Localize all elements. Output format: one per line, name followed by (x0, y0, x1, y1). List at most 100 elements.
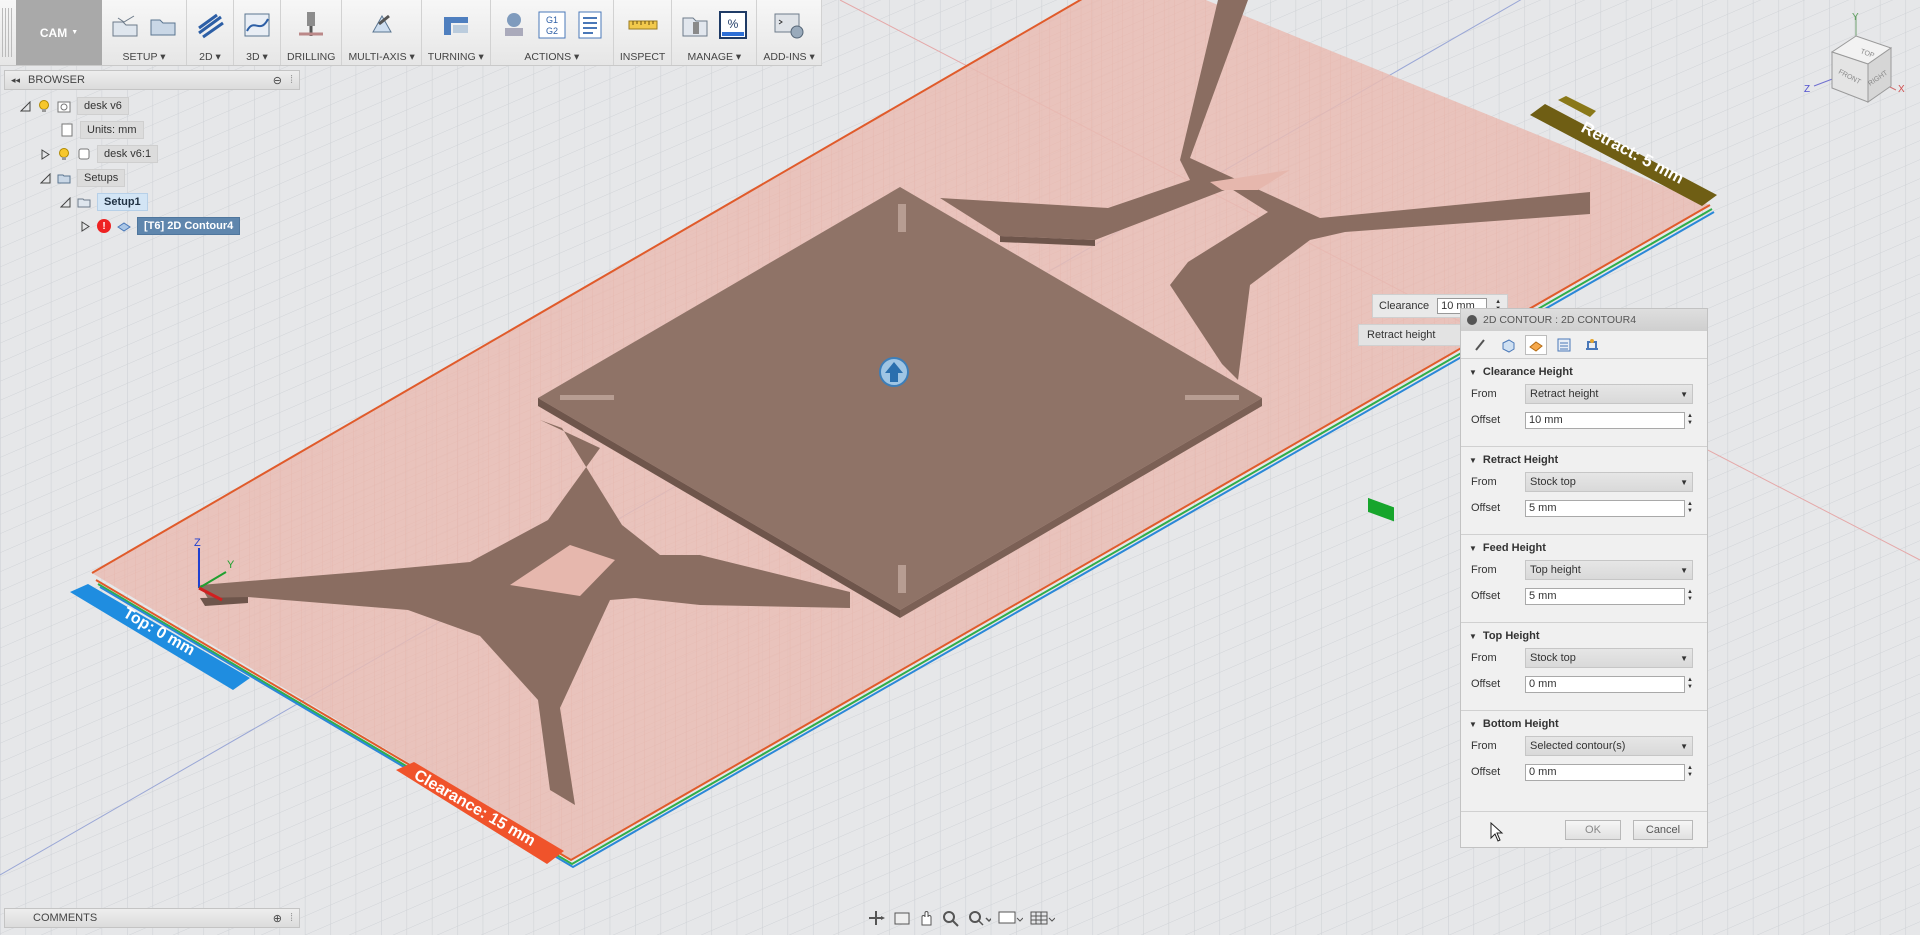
retract-offset-input[interactable]: 5 mm (1525, 499, 1685, 517)
turning-group[interactable]: TURNING ▾ (422, 0, 491, 65)
cancel-button[interactable]: Cancel (1633, 819, 1693, 840)
bottom-offset-input[interactable]: 0 mm (1525, 763, 1685, 781)
workspace-switcher[interactable]: CAM ▼ (16, 0, 102, 65)
tree-label-document: desk v6 (77, 97, 129, 115)
dialog-title-bar[interactable]: 2D CONTOUR : 2D CONTOUR4 (1461, 309, 1707, 331)
collapse-dialog-icon[interactable] (1467, 315, 1477, 325)
spinner-icon[interactable]: ▲▼ (1687, 765, 1693, 779)
bottom-height-header[interactable]: ▼ Bottom Height (1469, 715, 1699, 733)
tree-node-document[interactable]: desk v6 (20, 96, 129, 116)
panel-options-icon[interactable]: ⊖ (273, 74, 282, 87)
scripts-icon[interactable] (772, 8, 806, 42)
tab-heights[interactable] (1525, 334, 1547, 355)
tab-passes[interactable] (1553, 335, 1575, 355)
add-comment-icon[interactable]: ⊕ (273, 912, 282, 925)
collapse-panel-icon[interactable]: ◂◂ (11, 75, 20, 86)
feed-height-title: Feed Height (1482, 542, 1546, 554)
spinner-icon[interactable]: ▲▼ (1687, 413, 1693, 427)
lightbulb-icon[interactable] (37, 99, 51, 113)
tree-node-body[interactable]: desk v6:1 (40, 144, 159, 164)
tree-node-setups[interactable]: Setups (40, 168, 126, 188)
tab-geometry[interactable] (1497, 335, 1519, 355)
folder-icon[interactable] (146, 8, 180, 42)
orbit-icon[interactable] (865, 909, 887, 927)
drilling-group[interactable]: DRILLING (281, 0, 343, 65)
clearance-offset-label: Offset (1471, 414, 1501, 426)
top-height-header[interactable]: ▼ Top Height (1469, 627, 1699, 645)
clearance-offset-input[interactable]: 10 mm (1525, 411, 1685, 429)
2d-group[interactable]: 2D ▾ (187, 0, 234, 65)
expand-triangle-icon[interactable] (40, 172, 51, 184)
drill-icon[interactable] (294, 8, 328, 42)
expand-triangle-icon[interactable] (60, 196, 71, 208)
3d-group[interactable]: 3D ▾ (234, 0, 281, 65)
bottom-height-section: ▼ Bottom Height From Selected contour(s) ▼ … (1461, 711, 1707, 799)
clearance-height-section: ▼ Clearance Height From Retract height ▼ Of… (1461, 359, 1707, 447)
retract-from-label: From (1471, 476, 1497, 488)
ok-button[interactable]: OK (1565, 819, 1621, 840)
add-ins-group[interactable]: ADD-INS ▾ (757, 0, 822, 65)
simulate-icon[interactable] (497, 8, 531, 42)
expand-triangle-icon[interactable] (20, 100, 31, 112)
panel-grip[interactable]: ⁞ (290, 912, 293, 924)
collapsed-triangle-icon[interactable] (80, 220, 91, 232)
feed-offset-input[interactable]: 5 mm (1525, 587, 1685, 605)
comments-header[interactable]: COMMENTS ⊕ ⁞ (4, 908, 300, 928)
tree-label-setups: Setups (77, 169, 126, 187)
top-from-select[interactable]: Stock top ▼ (1525, 648, 1693, 668)
section-collapse-icon[interactable]: ▼ (1469, 544, 1477, 553)
section-collapse-icon[interactable]: ▼ (1469, 456, 1477, 465)
top-offset-input[interactable]: 0 mm (1525, 675, 1685, 693)
multi-axis-group[interactable]: MULTI-AXIS ▾ (342, 0, 422, 65)
3d-adaptive-icon[interactable] (240, 8, 274, 42)
new-setup-icon[interactable] (108, 8, 142, 42)
tree-node-setup1[interactable]: Setup1 (60, 192, 148, 212)
setup-group[interactable]: SETUP ▾ (102, 0, 187, 65)
retract-from-select[interactable]: Stock top ▼ (1525, 472, 1693, 492)
spinner-icon[interactable]: ▲▼ (1687, 677, 1693, 691)
tool-position-arrow[interactable] (879, 357, 909, 387)
section-collapse-icon[interactable]: ▼ (1469, 632, 1477, 641)
feed-height-header[interactable]: ▼ Feed Height (1469, 539, 1699, 557)
post-library-icon[interactable]: % (716, 8, 750, 42)
gcode-line2: G2 (546, 26, 558, 36)
post-process-icon[interactable]: G1 G2 (535, 8, 569, 42)
spinner-icon[interactable]: ▲▼ (1687, 589, 1693, 603)
manage-group[interactable]: % MANAGE ▾ (672, 0, 758, 65)
actions-group[interactable]: G1 G2 ACTIONS ▾ (491, 0, 614, 65)
tree-node-units[interactable]: Units: mm (60, 120, 144, 140)
lightbulb-icon[interactable] (57, 147, 71, 161)
mouse-cursor-icon (1490, 822, 1504, 842)
tab-tool[interactable] (1469, 335, 1491, 355)
section-collapse-icon[interactable]: ▼ (1469, 368, 1477, 377)
panel-grip[interactable]: ⁞ (290, 74, 293, 86)
2d-contour-icon[interactable] (193, 8, 227, 42)
toolbar-grip[interactable] (2, 8, 14, 57)
tool-library-icon[interactable] (678, 8, 712, 42)
collapsed-triangle-icon[interactable] (40, 148, 51, 160)
spinner-icon[interactable]: ▲▼ (1687, 501, 1693, 515)
bottom-from-select[interactable]: Selected contour(s) ▼ (1525, 736, 1693, 756)
top-height-title: Top Height (1482, 630, 1540, 642)
tree-node-operation[interactable]: ! [T6] 2D Contour4 (80, 216, 241, 236)
zoom-icon[interactable] (967, 909, 991, 927)
view-cube[interactable]: TOP FRONT RIGHT Y X Z (1796, 8, 1916, 108)
section-collapse-icon[interactable]: ▼ (1469, 720, 1477, 729)
clearance-from-select[interactable]: Retract height ▼ (1525, 384, 1693, 404)
look-at-icon[interactable] (893, 909, 911, 927)
comments-panel[interactable]: COMMENTS ⊕ ⁞ (4, 908, 300, 928)
tab-linking[interactable] (1581, 335, 1603, 355)
clearance-height-header[interactable]: ▼ Clearance Height (1469, 363, 1699, 381)
feed-from-select[interactable]: Top height ▼ (1525, 560, 1693, 580)
zoom-window-icon[interactable] (941, 909, 961, 927)
pan-icon[interactable] (917, 909, 935, 927)
inspect-group[interactable]: INSPECT (614, 0, 673, 65)
turning-icon[interactable] (439, 8, 473, 42)
setup-sheet-icon[interactable] (573, 8, 607, 42)
retract-height-header[interactable]: ▼ Retract Height (1469, 451, 1699, 469)
2d-contour-dialog: 2D CONTOUR : 2D CONTOUR4 ▼ Clearance Heig… (1460, 308, 1708, 848)
grid-settings-icon[interactable] (1029, 909, 1055, 927)
measure-icon[interactable] (626, 8, 660, 42)
multi-axis-icon[interactable] (365, 8, 399, 42)
display-settings-icon[interactable] (997, 909, 1023, 927)
